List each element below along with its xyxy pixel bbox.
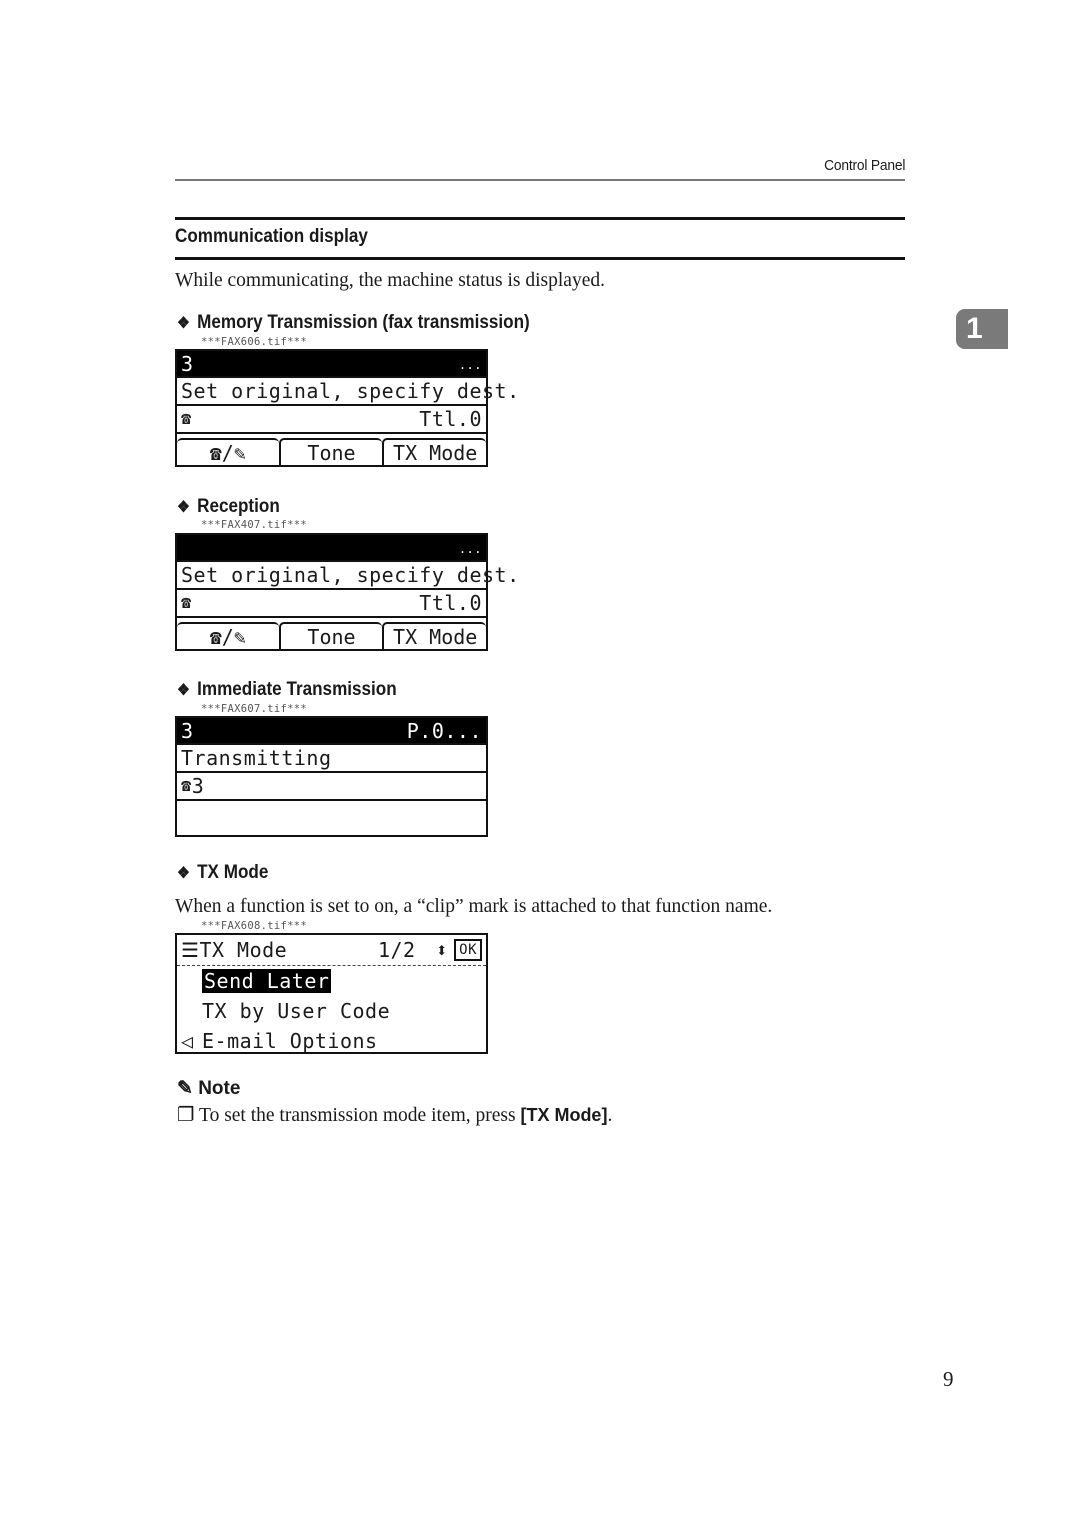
lcd-status-left: 3: [181, 718, 194, 743]
subsection-title-memory-transmission: ❖ Memory Transmission (fax transmission): [177, 312, 530, 334]
tone-key-label: Tone: [307, 440, 356, 465]
lcd-message-row: Set original, specify dest.: [177, 378, 519, 406]
lcd-message-row: Transmitting: [177, 745, 486, 773]
phone-fax-toggle-key[interactable]: ☎/✎: [177, 438, 279, 465]
subsection-title-text: Memory Transmission (fax transmission): [197, 312, 530, 333]
lcd-soft-keys: ☎/✎ Tone TX Mode: [177, 618, 487, 649]
figure-filename: ***FAX608.tif***: [201, 920, 307, 932]
note-heading-text: Note: [198, 1078, 241, 1099]
tx-mode-description: When a function is set to on, a “clip” m…: [175, 896, 773, 917]
phone-icon: ☎: [181, 776, 192, 796]
menu-page-indicator: 1/2: [377, 938, 416, 962]
lcd-status-bar: 3 P.0...: [177, 718, 486, 745]
note-heading: ✎ Note: [177, 1077, 240, 1100]
scroll-up-down-icon[interactable]: ⬍: [436, 938, 449, 962]
running-head: Control Panel: [823, 157, 905, 174]
checkbox-bullet-icon: ❐: [177, 1105, 195, 1126]
section-rule-top: [175, 217, 905, 220]
tone-key-label: Tone: [307, 624, 356, 649]
ok-button[interactable]: OK: [454, 939, 482, 961]
lcd-status-bar: 3 ...: [177, 351, 486, 378]
phone-fax-toggle-key[interactable]: ☎/✎: [177, 622, 279, 649]
lcd-memory-transmission: 3 ... Set original, specify dest. ☎ Ttl.…: [175, 349, 519, 467]
menu-item-label: E-mail Options: [202, 1029, 378, 1053]
figure-filename: ***FAX607.tif***: [201, 703, 307, 715]
section-title: Communication display: [175, 226, 368, 247]
lcd-message: Set original, specify dest.: [181, 563, 520, 587]
menu-item-send-later[interactable]: Send Later: [177, 966, 486, 996]
lcd-message: Transmitting: [181, 746, 332, 770]
figure-filename: ***FAX606.tif***: [201, 336, 307, 348]
lcd-reception: ... Set original, specify dest. ☎ Ttl.0 …: [175, 533, 519, 651]
menu-header: ☰TX Mode 1/2 ⬍ OK: [177, 935, 486, 966]
phone-icon: ☎: [181, 409, 192, 429]
back-arrow-icon: ◁: [181, 1029, 194, 1053]
note-item: ❐ To set the transmission mode item, pre…: [177, 1103, 612, 1127]
lcd-message: Set original, specify dest.: [181, 379, 520, 403]
phone-fax-toggle-label: ☎/✎: [209, 440, 246, 465]
lcd-total-count: Ttl.0: [419, 407, 482, 431]
subsection-title-reception: ❖ Reception: [177, 496, 280, 518]
tx-mode-key[interactable]: TX Mode: [382, 622, 487, 649]
page-number: 9: [943, 1367, 954, 1391]
section-rule-bottom: [175, 257, 905, 260]
header-rule: [175, 179, 905, 181]
tone-key[interactable]: Tone: [278, 438, 383, 465]
lcd-status-right: ...: [458, 542, 482, 556]
lcd-message-row: Set original, specify dest.: [177, 562, 519, 590]
menu-item-email-options[interactable]: ◁ E-mail Options: [177, 1026, 486, 1056]
lcd-empty-row: [177, 801, 486, 835]
menu-title: TX Mode: [199, 938, 288, 962]
lcd-soft-keys: ☎/✎ Tone TX Mode: [177, 434, 487, 465]
subsection-title-tx-mode: ❖ TX Mode: [177, 862, 268, 884]
subsection-title-text: TX Mode: [197, 862, 269, 883]
note-text-end: .: [607, 1105, 613, 1126]
lcd-status-bar: ...: [177, 535, 486, 562]
menu-item-tx-by-user-code[interactable]: TX by User Code: [177, 996, 486, 1026]
lcd-page-counter: P.0...: [406, 718, 482, 743]
diamond-bullet-icon: ❖: [177, 865, 190, 882]
lcd-immediate-transmission: 3 P.0... Transmitting ☎ 3: [175, 716, 488, 837]
menu-item-label: TX by User Code: [202, 999, 391, 1023]
note-text: To set the transmission mode item, press: [199, 1105, 521, 1126]
menu-item-label-selected: Send Later: [202, 969, 332, 993]
diamond-bullet-icon: ❖: [177, 682, 190, 699]
menu-list-icon: ☰: [181, 938, 200, 962]
phone-icon: ☎: [181, 593, 192, 613]
lcd-destination-row: ☎ Ttl.0: [177, 406, 486, 434]
lcd-destination-count: 3: [191, 774, 205, 798]
tx-mode-key-label: TX Mode: [393, 440, 478, 465]
subsection-title-text: Reception: [197, 496, 280, 517]
lcd-status-left: 3: [181, 351, 194, 376]
lcd-tx-mode-menu: ☰TX Mode 1/2 ⬍ OK Send Later TX by User …: [175, 933, 488, 1054]
subsection-title-immediate-transmission: ❖ Immediate Transmission: [177, 679, 397, 701]
lcd-status-right: ...: [458, 358, 482, 372]
tx-mode-key[interactable]: TX Mode: [382, 438, 487, 465]
section-intro: While communicating, the machine status …: [175, 270, 605, 291]
note-key-reference: [TX Mode]: [520, 1105, 608, 1125]
chapter-tab: 1: [956, 309, 1008, 349]
lcd-destination-row: ☎ Ttl.0: [177, 590, 486, 618]
tx-mode-key-label: TX Mode: [393, 624, 478, 649]
tone-key[interactable]: Tone: [278, 622, 383, 649]
diamond-bullet-icon: ❖: [177, 315, 190, 332]
phone-fax-toggle-label: ☎/✎: [209, 624, 246, 649]
lcd-destination-row: ☎ 3: [177, 773, 486, 801]
figure-filename: ***FAX407.tif***: [201, 519, 307, 531]
diamond-bullet-icon: ❖: [177, 499, 190, 516]
pencil-icon: ✎: [177, 1078, 193, 1099]
lcd-total-count: Ttl.0: [419, 591, 482, 615]
subsection-title-text: Immediate Transmission: [197, 679, 397, 700]
